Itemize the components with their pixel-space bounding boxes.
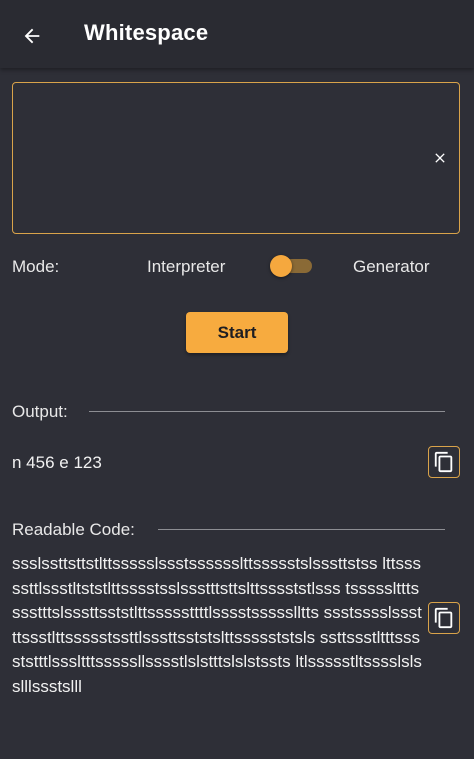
readable-code-label: Readable Code: xyxy=(12,520,135,539)
copy-readable-code-button[interactable] xyxy=(428,602,460,634)
code-input-box[interactable] xyxy=(12,82,460,234)
toggle-thumb xyxy=(270,255,292,277)
close-icon xyxy=(435,153,445,163)
readable-code-value: ssslssttsttstlttssssslssstsssssslttsssss… xyxy=(12,554,422,696)
mode-toggle-switch[interactable] xyxy=(270,254,314,278)
copy-icon xyxy=(434,607,453,629)
generator-option-label: Generator xyxy=(353,257,430,276)
readable-code-divider xyxy=(158,529,445,530)
app-bar: Whitespace xyxy=(0,0,474,68)
start-button[interactable]: Start xyxy=(186,312,288,353)
clear-button[interactable] xyxy=(429,147,451,169)
interpreter-option-label: Interpreter xyxy=(147,257,226,276)
copy-icon xyxy=(434,451,453,473)
output-label: Output: xyxy=(12,402,68,421)
code-input-field[interactable] xyxy=(21,89,435,231)
copy-output-button[interactable] xyxy=(428,446,460,478)
mode-label: Mode: xyxy=(12,257,60,276)
back-button[interactable] xyxy=(14,18,50,54)
output-divider xyxy=(89,411,445,412)
output-value: n 456 e 123 xyxy=(12,453,102,472)
page-title: Whitespace xyxy=(84,20,209,45)
arrow-left-icon xyxy=(24,28,40,44)
